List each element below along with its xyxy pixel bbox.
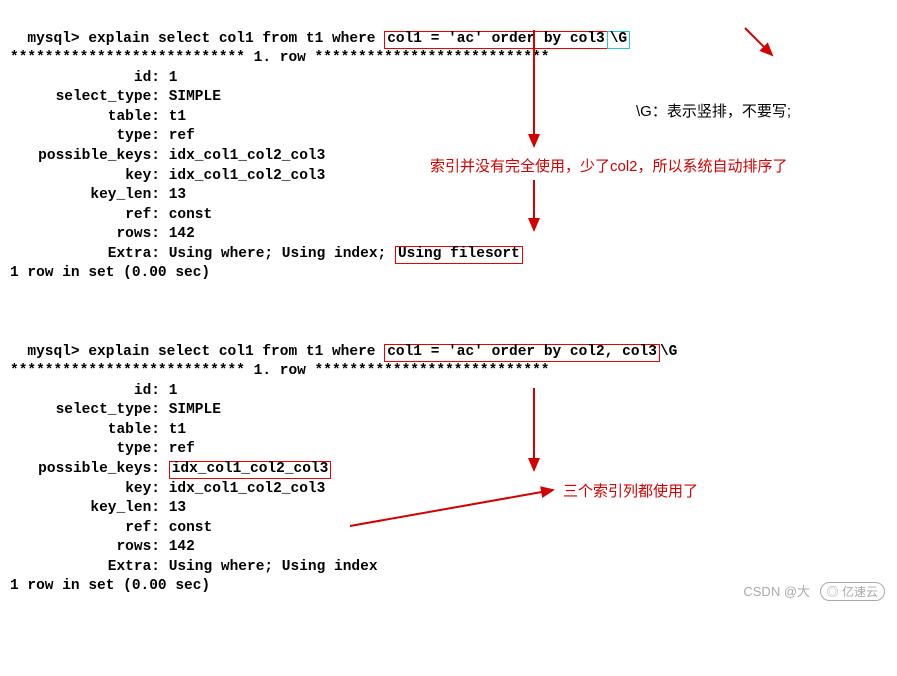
q2-possible-keys: possible_keys:idx_col1_col2_col3: [10, 460, 887, 480]
q1-footer: 1 row in set (0.00 sec): [10, 264, 887, 284]
q1-highlight: col1 = 'ac' order by col3: [384, 31, 608, 49]
q1-type: type:ref: [10, 127, 887, 147]
q1-rows: rows:142: [10, 225, 887, 245]
q2-suffix: \G: [660, 344, 677, 360]
watermark: CSDN @大 ◎ 亿速云: [743, 581, 885, 601]
q1-extra-highlight: Using filesort: [395, 246, 523, 264]
annotation-index-not-full: 索引并没有完全使用，少了col2，所以系统自动排序了: [430, 155, 788, 176]
watermark-csdn: CSDN @大: [743, 584, 810, 599]
q2-rows: rows:142: [10, 538, 887, 558]
q2-key-len: key_len:13: [10, 499, 887, 519]
q2-ref: ref:const: [10, 519, 887, 539]
watermark-badge: ◎ 亿速云: [820, 582, 885, 601]
q1-extra: Extra:Using where; Using index; Using fi…: [10, 245, 887, 265]
q2-id: id:1: [10, 382, 887, 402]
q2-extra: Extra:Using where; Using index: [10, 558, 887, 578]
q2-highlight: col1 = 'ac' order by col2, col3: [384, 344, 660, 362]
q2-type: type:ref: [10, 440, 887, 460]
mysql-prompt: mysql>: [27, 344, 88, 360]
q2-possible-keys-highlight: idx_col1_col2_col3: [169, 461, 332, 479]
mysql-prompt: mysql>: [27, 31, 88, 47]
q1-key-len: key_len:13: [10, 186, 887, 206]
annotation-three-cols-used: 三个索引列都使用了: [563, 480, 698, 501]
q2-select-type: select_type:SIMPLE: [10, 401, 887, 421]
q2-prefix: explain select col1 from t1 where: [88, 344, 384, 360]
q2-table: table:t1: [10, 421, 887, 441]
q2-row-header: *************************** 1. row *****…: [10, 362, 887, 382]
q1-row-header: *************************** 1. row *****…: [10, 49, 887, 69]
query2-line: mysql> explain select col1 from t1 where…: [10, 323, 887, 362]
q1-prefix: explain select col1 from t1 where: [88, 31, 384, 47]
query1-line: mysql> explain select col1 from t1 where…: [10, 10, 887, 49]
q1-suffix: \G: [607, 31, 630, 49]
q2-key: key:idx_col1_col2_col3: [10, 480, 887, 500]
q1-ref: ref:const: [10, 206, 887, 226]
q1-id: id:1: [10, 69, 887, 89]
annotation-g-note: \G：表示竖排，不要写;: [636, 100, 791, 121]
